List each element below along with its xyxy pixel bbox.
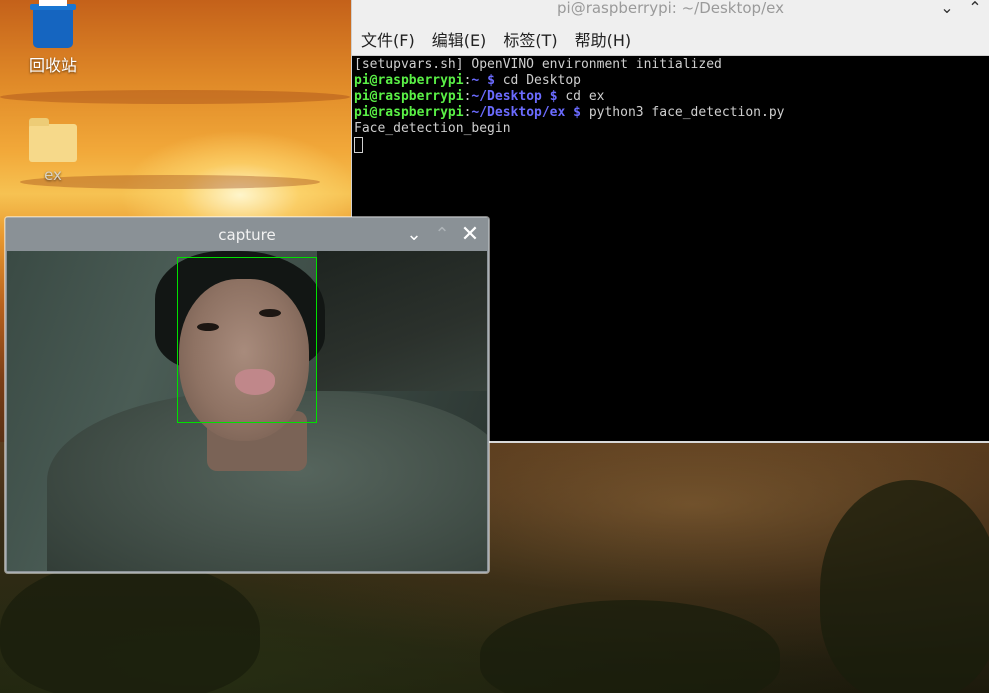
window-title: capture [218, 226, 276, 244]
wallpaper-tree [0, 560, 260, 693]
terminal-line: pi@raspberrypi:~/Desktop/ex $ python3 fa… [354, 105, 987, 121]
menu-help[interactable]: 帮助(H) [566, 27, 640, 51]
terminal-titlebar[interactable]: pi@raspberrypi: ~/Desktop/ex ⌄ ⌃ [352, 0, 989, 22]
prompt-user: pi@raspberrypi [354, 89, 464, 104]
maximize-button[interactable]: ⌃ [428, 224, 456, 246]
wallpaper-cloud [0, 90, 350, 104]
capture-titlebar[interactable]: capture ⌄ ⌃ ✕ [6, 218, 488, 251]
prompt-user: pi@raspberrypi [354, 105, 464, 120]
maximize-button[interactable]: ⌃ [961, 0, 989, 18]
minimize-button[interactable]: ⌄ [400, 224, 428, 246]
prompt-path: ~/Desktop/ex [471, 105, 566, 120]
terminal-line: pi@raspberrypi:~ $ cd Desktop [354, 73, 987, 89]
prompt-path: ~ [471, 73, 480, 88]
face-detection-box [177, 257, 317, 423]
camera-background [317, 251, 487, 391]
menu-tabs[interactable]: 标签(T) [494, 27, 565, 51]
minimize-button[interactable]: ⌄ [933, 0, 961, 18]
command-text: cd ex [565, 89, 605, 104]
close-button[interactable]: ✕ [456, 224, 484, 246]
desktop-icon-ex-folder[interactable]: ex [13, 118, 93, 184]
command-text: python3 face_detection.py [588, 105, 785, 120]
folder-icon [29, 118, 77, 162]
desktop-icon-trash[interactable]: 回收站 [13, 0, 93, 76]
terminal-cursor [354, 137, 363, 153]
menu-edit[interactable]: 编辑(E) [423, 27, 495, 51]
terminal-output[interactable]: [setupvars.sh] OpenVINO environment init… [352, 56, 989, 154]
command-text: cd Desktop [502, 73, 581, 88]
terminal-line: [setupvars.sh] OpenVINO environment init… [354, 57, 722, 72]
desktop-icon-label: ex [44, 166, 62, 184]
terminal-menubar: 文件(F) 编辑(E) 标签(T) 帮助(H) [352, 22, 989, 56]
prompt-dollar: $ [573, 105, 581, 120]
desktop-icon-label: 回收站 [28, 56, 77, 75]
trash-icon [30, 0, 76, 48]
terminal-line: pi@raspberrypi:~/Desktop $ cd ex [354, 89, 987, 105]
prompt-path: ~/Desktop [471, 89, 542, 104]
terminal-line: Face_detection_begin [354, 121, 511, 136]
capture-window[interactable]: capture ⌄ ⌃ ✕ [5, 217, 489, 573]
menu-file[interactable]: 文件(F) [352, 27, 423, 51]
camera-feed [7, 251, 487, 571]
prompt-dollar: $ [487, 73, 495, 88]
terminal-line [354, 137, 987, 153]
prompt-dollar: $ [549, 89, 558, 104]
prompt-user: pi@raspberrypi [354, 73, 464, 88]
window-title: pi@raspberrypi: ~/Desktop/ex [557, 0, 784, 17]
wallpaper-tree [820, 480, 989, 693]
